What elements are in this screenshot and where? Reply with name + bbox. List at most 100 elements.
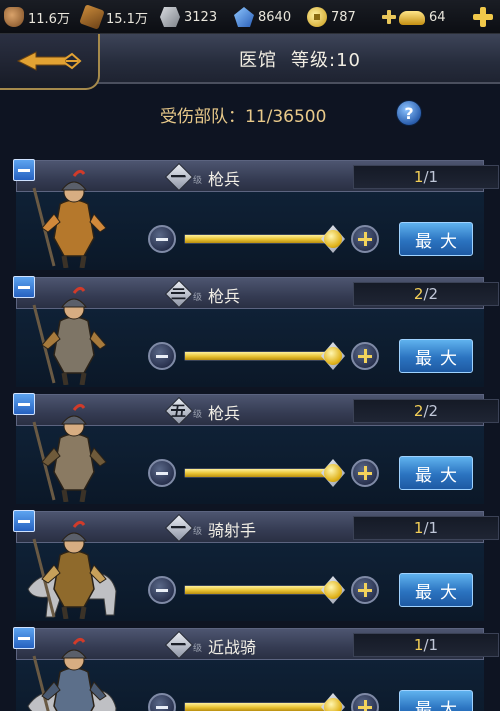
rank-char: 一 [171, 168, 187, 186]
unit-count-current: 2 [413, 285, 424, 303]
wounded-value: 11/36500 [245, 107, 327, 127]
unit-count-max: 1 [428, 636, 439, 654]
unit-count-current: 1 [413, 519, 424, 537]
rank-badge-icon: 一 [167, 165, 195, 187]
wounded-summary-text: 受伤部队：11/36500 [160, 102, 326, 127]
max-button[interactable]: 最大 [399, 456, 473, 490]
slider-fill [185, 235, 331, 243]
unit-row: 五 级 枪兵 2/2 最大 [0, 393, 500, 504]
rank-char: 五 [171, 402, 187, 420]
quantity-slider[interactable] [184, 351, 332, 361]
wounded-summary: 受伤部队：11/36500 ? [0, 96, 500, 132]
resource-iron-value: 8640 [258, 9, 292, 25]
rank-suffix: 级 [193, 527, 203, 537]
back-button[interactable] [0, 34, 100, 90]
back-arrow-icon [16, 50, 82, 72]
unit-count: 2/2 [353, 282, 499, 306]
unit-name: 近战骑 [208, 638, 257, 657]
rank-badge-icon: 二 [167, 282, 195, 304]
unit-count-current: 1 [413, 636, 424, 654]
unit-name: 枪兵 [208, 404, 241, 423]
unit-name: 骑射手 [208, 521, 257, 540]
slider-fill [185, 469, 331, 477]
quantity-slider[interactable] [184, 234, 332, 244]
unit-count: 2/2 [353, 399, 499, 423]
max-button[interactable]: 最大 [399, 690, 473, 711]
gold-ingot-icon [399, 11, 425, 25]
resource-coin: 787 [307, 0, 356, 34]
resource-iron: 8640 [234, 0, 291, 34]
unit-count: 1/1 [353, 516, 499, 540]
unit-count: 1/1 [353, 165, 499, 189]
unit-row: 二 级 枪兵 2/2 最大 [0, 276, 500, 387]
unit-row: 一 级 骑射手 1/1 最大 [0, 510, 500, 621]
rank-suffix: 级 [193, 176, 203, 186]
coin-icon [307, 7, 327, 27]
slider-handle[interactable] [318, 690, 348, 711]
slider-fill [185, 703, 331, 711]
slider-handle[interactable] [318, 573, 348, 607]
unit-row: 一 级 近战骑 1/1 最大 [0, 627, 500, 711]
resource-gold-value: 64 [429, 9, 446, 25]
unit-count-max: 2 [428, 402, 439, 420]
page-title: 医馆 等级:10 [100, 34, 500, 84]
add-resource-button[interactable] [472, 6, 494, 28]
rank-char: 二 [171, 285, 187, 303]
rank-badge-icon: 五 [167, 399, 195, 421]
unit-name: 枪兵 [208, 170, 241, 189]
slider-fill [185, 352, 331, 360]
resource-bar: 11.6万 15.1万 3123 8640 787 64 [0, 0, 500, 34]
increase-button[interactable] [351, 576, 379, 604]
quantity-slider[interactable] [184, 468, 332, 478]
unit-count-max: 2 [428, 285, 439, 303]
unit-portrait [20, 636, 126, 711]
max-button[interactable]: 最大 [399, 339, 473, 373]
resource-stone-value: 3123 [184, 9, 218, 25]
resource-wood: 15.1万 [79, 0, 148, 34]
slider-fill [185, 586, 331, 594]
rank-suffix: 级 [193, 644, 203, 654]
increase-button[interactable] [351, 459, 379, 487]
unit-portrait [20, 285, 126, 385]
unit-count: 1/1 [353, 633, 499, 657]
page-title-level: 等级:10 [291, 50, 361, 71]
wounded-label: 受伤部队： [160, 107, 245, 127]
unit-count-current: 2 [413, 402, 424, 420]
resource-coin-value: 787 [331, 9, 356, 25]
unit-portrait [20, 402, 126, 502]
rank-char: 一 [171, 519, 187, 537]
stone-icon [160, 7, 180, 27]
slider-handle[interactable] [318, 222, 348, 256]
unit-count-max: 1 [428, 519, 439, 537]
unit-portrait [20, 519, 126, 619]
rank-suffix: 级 [193, 410, 203, 420]
help-button[interactable]: ? [396, 100, 422, 126]
increase-button[interactable] [351, 225, 379, 253]
max-button[interactable]: 最大 [399, 573, 473, 607]
add-gold-icon[interactable] [382, 10, 396, 24]
quantity-slider[interactable] [184, 702, 332, 711]
rank-badge-icon: 一 [167, 516, 195, 538]
decrease-button[interactable] [148, 459, 176, 487]
wood-icon [79, 4, 105, 30]
max-button[interactable]: 最大 [399, 222, 473, 256]
unit-name: 枪兵 [208, 287, 241, 306]
quantity-slider[interactable] [184, 585, 332, 595]
page-title-name: 医馆 [239, 50, 278, 71]
resource-stone: 3123 [160, 0, 217, 34]
rank-char: 一 [171, 636, 187, 654]
slider-handle[interactable] [318, 456, 348, 490]
rank-badge-icon: 一 [167, 633, 195, 655]
resource-wood-value: 15.1万 [106, 11, 148, 27]
decrease-button[interactable] [148, 342, 176, 370]
increase-button[interactable] [351, 342, 379, 370]
unit-count-max: 1 [428, 168, 439, 186]
resource-food: 11.6万 [4, 0, 70, 34]
decrease-button[interactable] [148, 225, 176, 253]
rank-suffix: 级 [193, 293, 203, 303]
unit-row: 一 级 枪兵 1/1 最大 [0, 159, 500, 270]
iron-icon [234, 7, 254, 27]
decrease-button[interactable] [148, 576, 176, 604]
slider-handle[interactable] [318, 339, 348, 373]
resource-gold[interactable]: 64 [382, 0, 446, 34]
